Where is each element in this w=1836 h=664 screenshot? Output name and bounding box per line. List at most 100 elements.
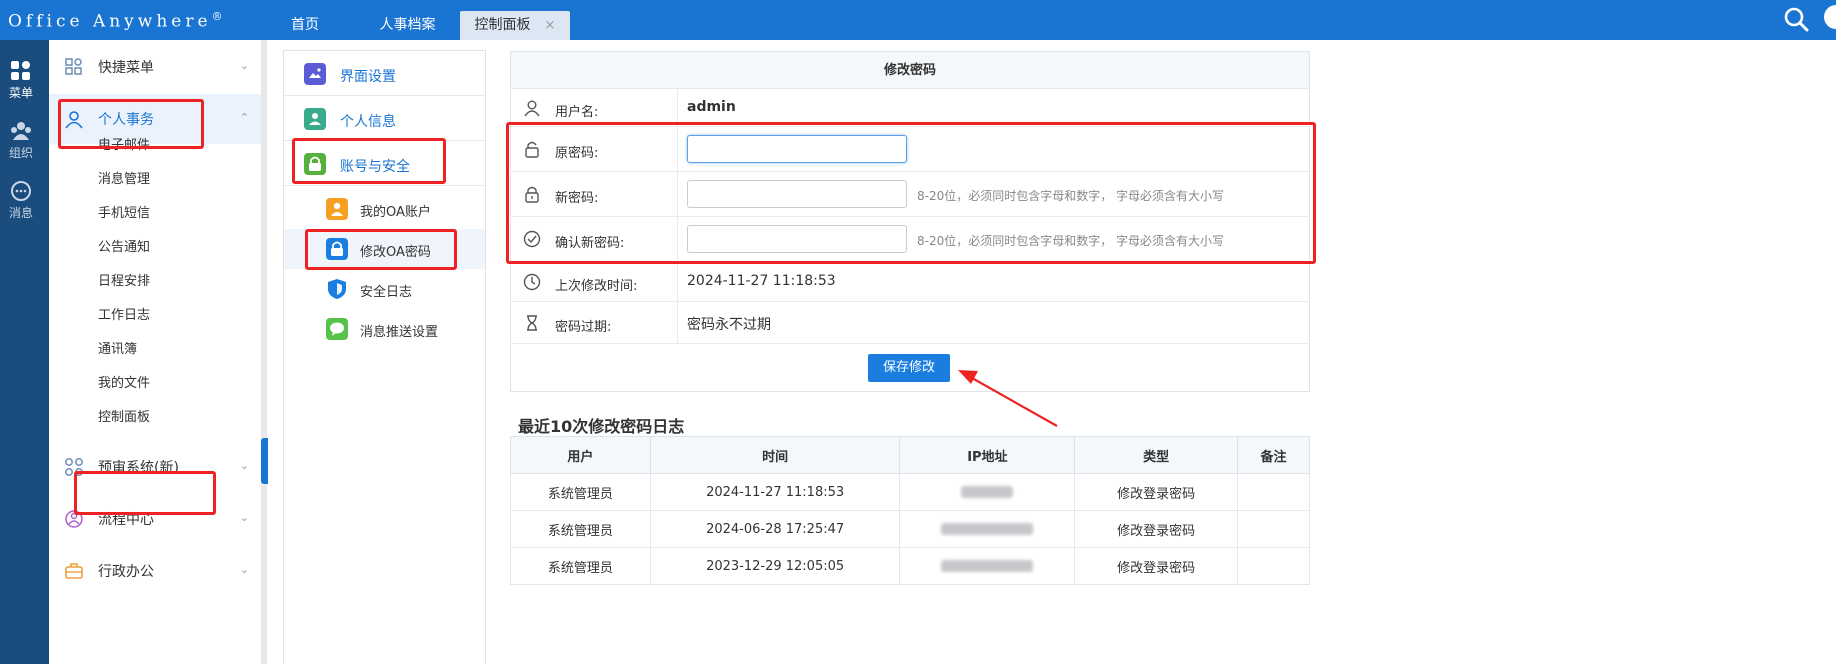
org-icon [11,122,31,140]
search-icon[interactable] [1782,5,1810,33]
redacted-ip [941,523,1034,535]
settings-item-push-settings[interactable]: 消息推送设置 [284,309,485,349]
chevron-down-icon: ⌄ [239,563,249,576]
settings-section-label: 界面设置 [340,69,396,85]
collapse-handle[interactable] [261,438,268,484]
close-icon[interactable]: × [545,18,556,33]
column-header: 备注 [1237,436,1310,474]
last-change-row: 上次修改时间: 2024-11-27 11:18:53 [511,262,1309,302]
user-icon [326,198,348,220]
expire-row: 密码过期: 密码永不过期 [511,302,1309,344]
log-title: 最近10次修改密码日志 [518,417,685,436]
shield-icon [328,279,346,299]
message-icon [11,181,31,201]
settings-item-label: 我的OA账户 [360,205,431,220]
panel-splitter[interactable] [261,40,267,664]
settings-section-profile[interactable]: 个人信息 [284,96,485,141]
menu-group-label: 行政办公 [98,564,154,580]
tab-control-panel[interactable]: 控制面板 × [460,11,570,40]
cell-type: 修改登录密码 [1074,510,1239,548]
username-value: admin [687,99,736,115]
app-logo: Office Anywhere® [8,10,223,32]
menu-group-shortcut[interactable]: 快捷菜单 ⌄ [49,42,261,92]
annotation-box-control-panel [74,471,216,515]
rail-menu-label: 菜单 [8,86,33,100]
cell-note [1237,473,1310,511]
menu-item-control-panel[interactable]: 控制面板 [98,406,150,425]
hourglass-icon [527,315,537,331]
cell-type: 修改登录密码 [1074,547,1239,585]
rail-menu[interactable]: 菜单 [0,60,42,101]
expire-value: 密码永不过期 [687,317,771,333]
cell-user: 系统管理员 [510,547,651,585]
annotation-box-security [292,138,446,184]
last-change-label: 上次修改时间: [555,279,638,294]
menu-item-sms[interactable]: 手机短信 [98,202,150,221]
cell-note [1237,510,1310,548]
cell-ip [899,473,1076,511]
cell-user: 系统管理员 [510,473,651,511]
tab-hr-records[interactable]: 人事档案 [375,11,440,40]
settings-item-oa-account[interactable]: 我的OA账户 [284,189,485,229]
menu-group-label: 快捷菜单 [98,60,154,76]
top-bar: Office Anywhere® 首页 人事档案 控制面板 × [0,0,1836,40]
rail-org[interactable]: 组织 [0,120,42,161]
menu-item-contacts[interactable]: 通讯簿 [98,338,137,357]
rail-message[interactable]: 消息 [0,180,42,221]
table-row: 系统管理员 2024-06-28 17:25:47 修改登录密码 [510,510,1310,548]
column-header: 用户 [510,436,651,474]
shortcut-icon [65,58,82,75]
settings-item-label: 安全日志 [360,285,413,300]
user-icon [524,100,540,117]
column-header: 类型 [1074,436,1239,474]
cell-time: 2023-12-29 12:05:05 [649,547,901,585]
form-title: 修改密码 [511,52,1309,89]
menu-item-worklog[interactable]: 工作日志 [98,304,150,323]
chevron-down-icon: ⌄ [239,59,249,72]
cell-time: 2024-11-27 11:18:53 [649,473,901,511]
briefcase-icon [65,563,83,579]
column-header: IP地址 [899,436,1076,474]
cell-time: 2024-06-28 17:25:47 [649,510,901,548]
cell-type: 修改登录密码 [1074,473,1239,511]
menu-item-messages[interactable]: 消息管理 [98,168,150,187]
rail-message-label: 消息 [8,206,33,220]
chevron-up-icon: ⌃ [239,111,249,124]
last-change-value: 2024-11-27 11:18:53 [687,273,836,289]
column-header: 时间 [649,436,901,474]
cell-note [1237,547,1310,585]
cell-ip [899,547,1076,585]
menu-item-announcements[interactable]: 公告通知 [98,236,150,255]
avatar[interactable] [1824,5,1836,29]
annotation-box-change-password [305,229,457,270]
settings-item-security-log[interactable]: 安全日志 [284,269,485,309]
menu-group-admin-office[interactable]: 行政办公 ⌄ [49,546,261,596]
annotation-box-password-fields [506,122,1316,264]
cell-ip [899,510,1076,548]
settings-section-label: 个人信息 [340,114,396,130]
tab-home[interactable]: 首页 [280,11,330,40]
password-log-table: 用户 时间 IP地址 类型 备注 系统管理员 2024-11-27 11:18:… [510,436,1310,585]
table-row: 系统管理员 2023-12-29 12:05:05 修改登录密码 [510,547,1310,585]
chevron-down-icon: ⌄ [239,511,249,524]
grid-icon [11,61,30,80]
redacted-ip [961,486,1014,498]
menu-item-my-files[interactable]: 我的文件 [98,372,150,391]
table-header-row: 用户 时间 IP地址 类型 备注 [510,436,1310,474]
table-row: 系统管理员 2024-11-27 11:18:53 修改登录密码 [510,473,1310,511]
settings-item-label: 消息推送设置 [360,325,439,340]
user-card-icon [304,108,326,130]
menu-item-schedule[interactable]: 日程安排 [98,270,150,289]
expire-label: 密码过期: [555,320,612,335]
chevron-down-icon: ⌄ [239,459,249,472]
save-button[interactable]: 保存修改 [868,354,950,382]
annotation-box-personal [58,99,204,149]
clock-icon [523,273,541,291]
rail-org-label: 组织 [8,146,33,160]
redacted-ip [941,560,1034,572]
image-icon [304,63,326,85]
icon-rail: 菜单 组织 消息 [0,40,49,664]
settings-section-ui[interactable]: 界面设置 [284,51,485,96]
cell-user: 系统管理员 [510,510,651,548]
username-label: 用户名: [555,105,599,120]
